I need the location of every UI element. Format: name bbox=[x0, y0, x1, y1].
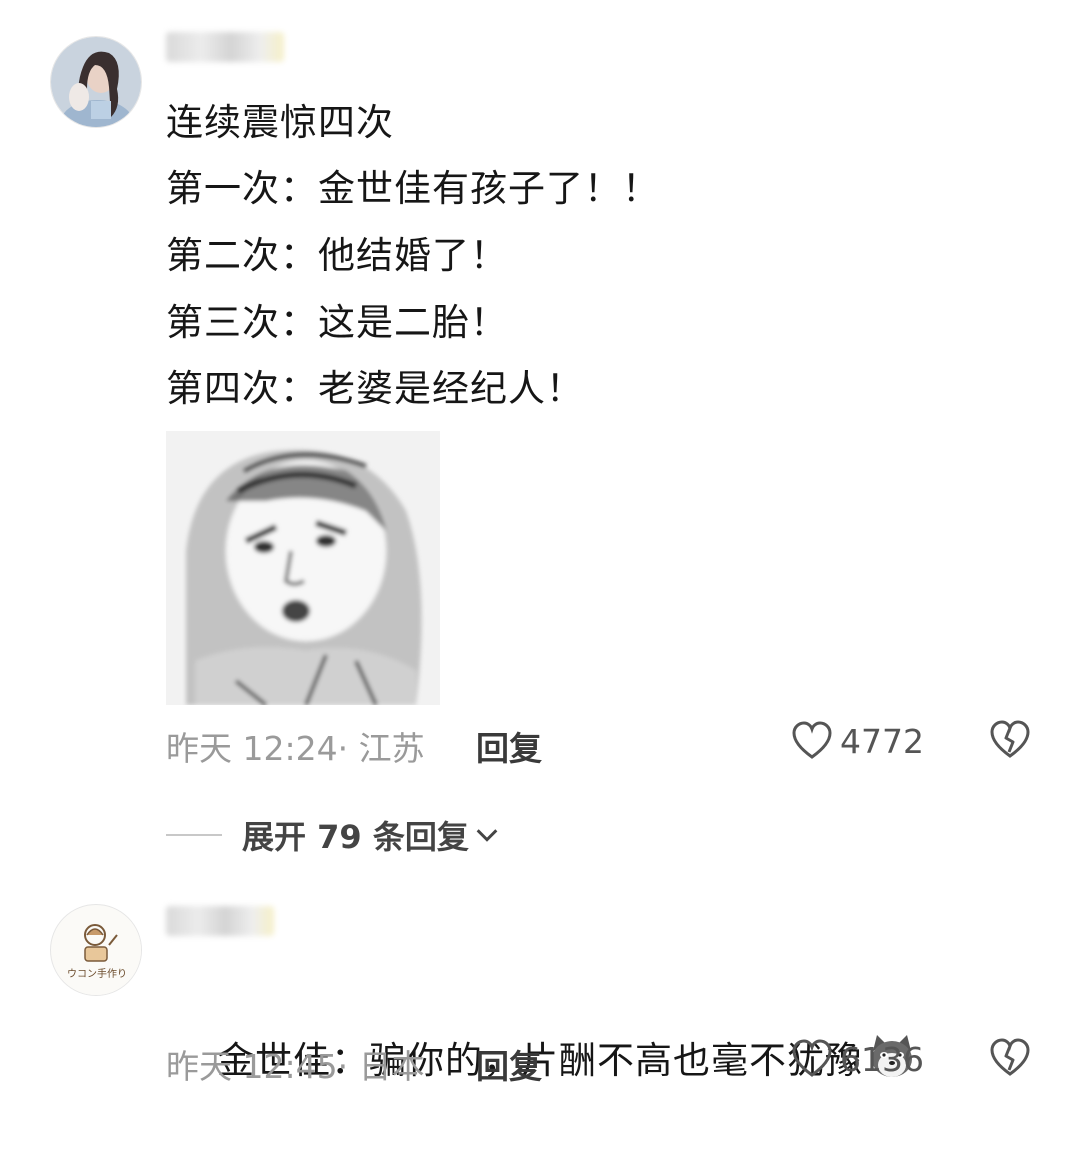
user-avatar[interactable] bbox=[50, 36, 142, 128]
expand-replies-button[interactable]: 展开 79 条回复 bbox=[166, 812, 501, 858]
comment-time: 昨天 12:24· 江苏 bbox=[166, 729, 425, 768]
avatar-photo-icon bbox=[51, 37, 141, 127]
dislike-button[interactable] bbox=[988, 718, 1032, 770]
broken-heart-icon bbox=[990, 720, 1030, 758]
reply-button[interactable]: 回复 bbox=[476, 1040, 542, 1088]
comment-2-meta: 昨天 12:45· 日本 回复 6136 bbox=[166, 1034, 1046, 1086]
broken-heart-icon bbox=[990, 1038, 1030, 1076]
like-count: 4772 bbox=[840, 721, 924, 761]
comment-time: 昨天 12:45· 日本 bbox=[166, 1047, 425, 1086]
comment-1-meta: 昨天 12:24· 江苏 回复 4772 bbox=[166, 716, 1046, 768]
heart-icon bbox=[792, 1039, 832, 1077]
dislike-button[interactable] bbox=[988, 1036, 1032, 1088]
divider-line bbox=[166, 834, 222, 836]
avatar-logo-icon: ウコン手作り bbox=[52, 906, 141, 995]
like-button[interactable]: 6136 bbox=[790, 1034, 924, 1084]
comment-line-1: 连续震惊四次 bbox=[166, 101, 394, 144]
comment-line-5: 第四次：老婆是经纪人！ bbox=[166, 367, 584, 410]
shocked-face-sticker-icon[interactable] bbox=[166, 431, 440, 705]
avatar-brand-text: ウコン手作り bbox=[67, 967, 127, 980]
comment-line-3: 第二次：他结婚了！ bbox=[166, 234, 508, 277]
comment-line-4: 第三次：这是二胎！ bbox=[166, 301, 508, 344]
comment-line-2: 第一次：金世佳有孩子了！！ bbox=[166, 167, 660, 210]
like-count: 6136 bbox=[840, 1039, 924, 1079]
username-blurred[interactable] bbox=[166, 32, 284, 62]
heart-icon bbox=[792, 721, 832, 759]
user-avatar[interactable]: ウコン手作り bbox=[50, 904, 142, 996]
reply-button[interactable]: 回复 bbox=[476, 722, 542, 770]
username-blurred[interactable] bbox=[166, 906, 274, 936]
like-button[interactable]: 4772 bbox=[790, 716, 924, 766]
chevron-down-icon bbox=[476, 829, 498, 842]
expand-replies-label: 展开 79 条回复 bbox=[242, 818, 469, 856]
